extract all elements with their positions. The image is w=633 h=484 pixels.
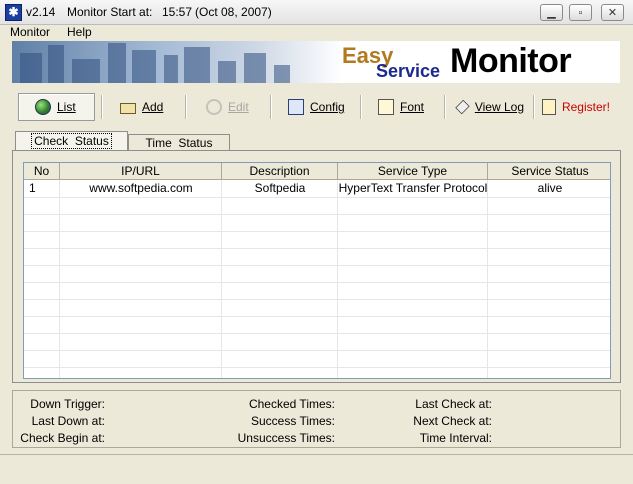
cell-service-status: alive [537, 181, 563, 195]
success-times-label: Success Times: [250, 414, 335, 428]
view-log-button[interactable]: View Log [450, 93, 530, 121]
list-button[interactable]: List [18, 93, 95, 121]
tab-check-status-label: Check Status [31, 133, 112, 149]
edit-button[interactable]: Edit [200, 93, 262, 121]
col-header-service-type[interactable]: Service Type [338, 163, 488, 180]
down-trigger-label: Down Trigger: [30, 397, 105, 411]
brand-monitor: Monitor [450, 42, 572, 80]
tab-check-status[interactable]: Check Status [15, 131, 128, 151]
globe-icon [35, 99, 51, 115]
version-label: v2.14 [26, 5, 56, 19]
banner: Easy Service Monitor [12, 41, 620, 83]
toolbar-separator [185, 95, 187, 119]
monitor-start-date: (Oct 08, 2007) [195, 5, 272, 19]
add-label: Add [142, 100, 164, 114]
monitor-start-time: 15:57 [162, 5, 193, 19]
monitor-start-label: Monitor Start at: [67, 5, 153, 19]
register-icon [542, 99, 556, 115]
toolbar-separator [360, 95, 362, 119]
status-bar-divider [0, 454, 633, 455]
app-icon: ✱ [5, 4, 22, 21]
brand-service: Service [376, 61, 441, 81]
title-bar: ✱ v2.14 Monitor Start at: 15:57 (Oct 08,… [0, 0, 633, 25]
edit-icon [206, 99, 222, 115]
close-button[interactable]: ✕ [601, 4, 624, 21]
add-button[interactable]: Add [114, 93, 176, 121]
register-button[interactable]: Register! [536, 93, 616, 121]
toolbar-separator [444, 95, 446, 119]
view-log-icon [455, 99, 470, 115]
col-header-no[interactable]: No [24, 163, 60, 180]
add-icon [120, 102, 136, 114]
font-label: Font [400, 100, 425, 114]
config-label: Config [310, 100, 345, 114]
time-interval-label: Time Interval: [419, 431, 492, 445]
view-log-label: View Log [474, 100, 524, 114]
edit-label: Edit [228, 100, 249, 114]
app-window: { "titlebar": { "version": "v2.14", "sta… [0, 0, 633, 484]
minimize-icon: ▁ [547, 7, 556, 19]
close-icon: ✕ [607, 7, 618, 19]
banner-city-image [12, 41, 342, 83]
tab-time-status-label: Time Status [145, 136, 213, 150]
cell-no: 1 [29, 181, 36, 195]
last-check-at-label: Last Check at: [415, 397, 492, 411]
font-icon [378, 99, 394, 115]
check-begin-at-label: Check Begin at: [20, 431, 105, 445]
font-button[interactable]: Font [372, 93, 434, 121]
toolbar-separator [270, 95, 272, 119]
cell-ip-url: www.softpedia.com [89, 181, 193, 195]
config-icon [288, 99, 304, 115]
list-label: List [57, 100, 76, 114]
minimize-button[interactable]: ▁ [540, 4, 563, 21]
next-check-at-label: Next Check at: [413, 414, 492, 428]
menu-monitor[interactable]: Monitor [10, 25, 50, 39]
config-button[interactable]: Config [282, 93, 352, 121]
status-table[interactable]: No IP/URL Description Service Type Servi… [23, 162, 611, 379]
checked-times-label: Checked Times: [248, 397, 335, 411]
register-label: Register! [561, 100, 610, 114]
unsuccess-times-label: Unsuccess Times: [237, 431, 335, 445]
cell-description: Softpedia [254, 181, 306, 195]
col-header-description[interactable]: Description [222, 163, 338, 180]
col-header-service-status[interactable]: Service Status [488, 163, 610, 180]
maximize-icon: ▫ [578, 7, 583, 19]
toolbar-separator [533, 95, 535, 119]
col-header-ip-url[interactable]: IP/URL [60, 163, 222, 180]
last-down-at-label: Last Down at: [31, 414, 105, 428]
cell-service-type: HyperText Transfer Protocol [338, 181, 488, 195]
maximize-button[interactable]: ▫ [569, 4, 592, 21]
toolbar-separator [101, 95, 103, 119]
menu-help[interactable]: Help [67, 25, 92, 39]
tab-time-status[interactable]: Time Status [128, 134, 230, 151]
